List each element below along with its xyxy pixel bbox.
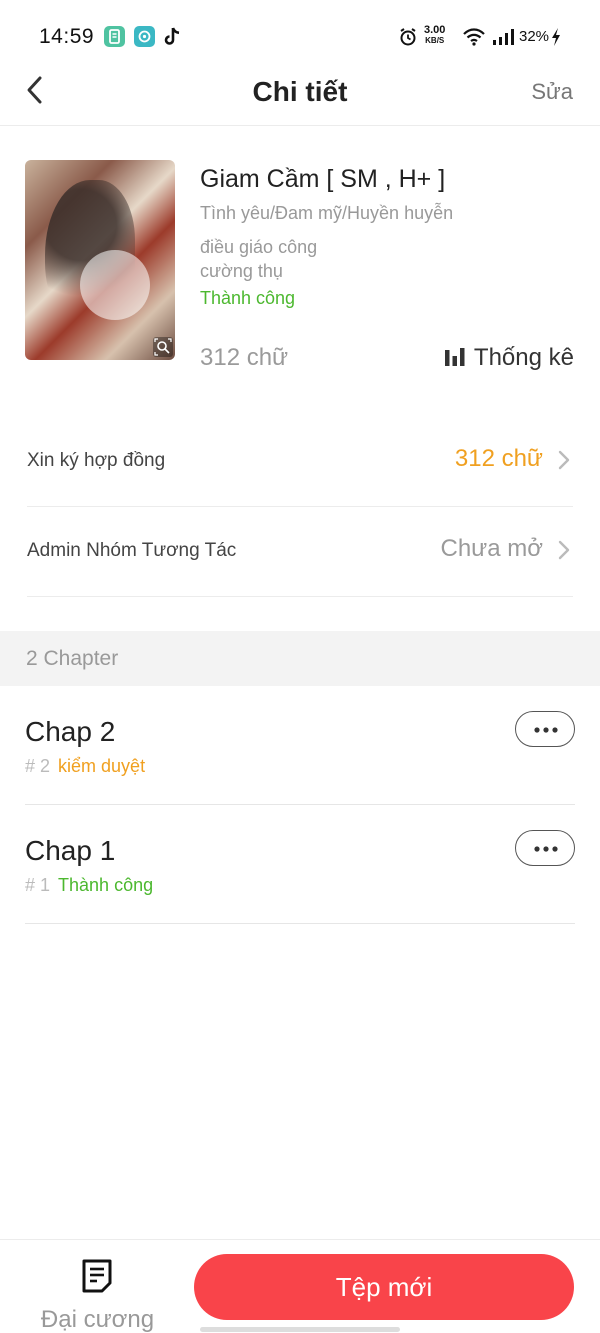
chapter-title: Chap 2 [25, 716, 116, 747]
battery-level: 32% [519, 28, 550, 45]
chevron-right-icon [557, 539, 571, 566]
chapter-status: kiểm duyệt [58, 756, 146, 776]
contract-value: 312 chữ [454, 445, 543, 472]
document-list-icon [80, 1258, 114, 1299]
book-tag-line: điều giáo công [200, 237, 318, 257]
edit-button[interactable]: Sửa [531, 79, 573, 105]
admin-group-row[interactable]: Admin Nhóm Tương Tác Chưa mở [27, 507, 573, 597]
net-speed: 3.00 KB/S [424, 24, 446, 46]
zoom-icon[interactable] [153, 337, 173, 357]
ellipsis-icon [534, 846, 558, 852]
alarm-icon [398, 27, 418, 52]
outline-label: Đại cương [40, 1306, 155, 1333]
top-nav-bar: Chi tiết Sửa [0, 60, 600, 126]
book-cover[interactable] [25, 160, 175, 360]
book-tag-line: cường thụ [200, 261, 283, 281]
chapter-number: # 2 [25, 756, 51, 776]
chapter-meta: # 2 kiểm duyệt [25, 756, 145, 777]
chapter-number: # 1 [25, 875, 51, 895]
bottom-action-bar: Đại cương Tệp mới [0, 1239, 600, 1333]
more-options-button[interactable] [515, 830, 575, 866]
admin-group-value: Chưa mở [440, 535, 544, 562]
stats-button[interactable]: Thống kê [444, 344, 574, 372]
wifi-icon [462, 28, 486, 51]
book-genre: Tình yêu/Đam mỹ/Huyền huyễn [200, 203, 454, 223]
app-green-icon [104, 26, 125, 47]
stats-label: Thống kê [473, 344, 574, 371]
tiktok-icon [164, 26, 182, 47]
new-chapter-button[interactable]: Tệp mới [194, 1254, 574, 1320]
chapter-count: 2 Chapter [26, 647, 119, 670]
chapter-item[interactable]: Chap 2 # 2 kiểm duyệt [25, 686, 575, 805]
contract-row[interactable]: Xin ký hợp đồng 312 chữ [27, 417, 573, 507]
book-tags: điều giáo công cường thụ [200, 235, 317, 283]
more-options-button[interactable] [515, 711, 575, 747]
word-count: 312 chữ [200, 344, 289, 371]
book-title: Giam Cầm [ SM , H+ ] [200, 165, 446, 193]
home-indicator[interactable] [200, 1327, 400, 1332]
chapter-item[interactable]: Chap 1 # 1 Thành công [25, 805, 575, 924]
chapter-meta: # 1 Thành công [25, 875, 153, 896]
page-title: Chi tiết [252, 76, 348, 107]
ellipsis-icon [534, 727, 558, 733]
chapter-count-header: 2 Chapter [0, 631, 600, 686]
book-status: Thành công [200, 288, 296, 308]
bar-chart-icon [444, 348, 465, 366]
contract-label: Xin ký hợp đồng [27, 450, 166, 471]
chapter-status: Thành công [58, 875, 154, 895]
chapter-title: Chap 1 [25, 835, 116, 866]
admin-group-label: Admin Nhóm Tương Tác [27, 540, 237, 561]
cover-highlight [80, 250, 150, 320]
new-chapter-label: Tệp mới [335, 1272, 433, 1302]
app-teal-icon [134, 26, 155, 47]
outline-button[interactable]: Đại cương [30, 1258, 165, 1333]
chevron-right-icon [557, 449, 571, 476]
signal-icon [492, 28, 514, 51]
status-time: 14:59 [39, 25, 95, 48]
charging-icon [550, 27, 562, 52]
